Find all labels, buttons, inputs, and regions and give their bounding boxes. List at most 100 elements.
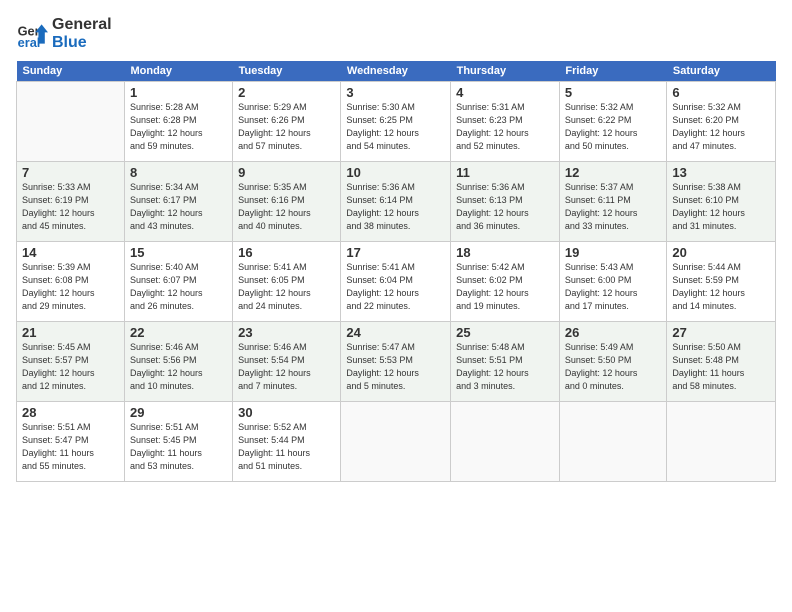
day-number: 1: [130, 85, 227, 100]
day-number: 27: [672, 325, 770, 340]
logo-text-line2: Blue: [52, 34, 112, 52]
day-number: 5: [565, 85, 662, 100]
day-info: Sunrise: 5:52 AM Sunset: 5:44 PM Dayligh…: [238, 421, 335, 473]
calendar-week-row: 28Sunrise: 5:51 AM Sunset: 5:47 PM Dayli…: [17, 402, 776, 482]
weekday-header-monday: Monday: [124, 61, 232, 82]
day-info: Sunrise: 5:51 AM Sunset: 5:45 PM Dayligh…: [130, 421, 227, 473]
day-info: Sunrise: 5:31 AM Sunset: 6:23 PM Dayligh…: [456, 101, 554, 153]
calendar-cell: 23Sunrise: 5:46 AM Sunset: 5:54 PM Dayli…: [233, 322, 341, 402]
day-info: Sunrise: 5:50 AM Sunset: 5:48 PM Dayligh…: [672, 341, 770, 393]
calendar-cell: 16Sunrise: 5:41 AM Sunset: 6:05 PM Dayli…: [233, 242, 341, 322]
calendar-cell: 3Sunrise: 5:30 AM Sunset: 6:25 PM Daylig…: [341, 82, 451, 162]
calendar-cell: [341, 402, 451, 482]
day-info: Sunrise: 5:46 AM Sunset: 5:56 PM Dayligh…: [130, 341, 227, 393]
day-info: Sunrise: 5:36 AM Sunset: 6:14 PM Dayligh…: [346, 181, 445, 233]
day-number: 18: [456, 245, 554, 260]
day-number: 6: [672, 85, 770, 100]
day-number: 14: [22, 245, 119, 260]
day-info: Sunrise: 5:37 AM Sunset: 6:11 PM Dayligh…: [565, 181, 662, 233]
day-info: Sunrise: 5:44 AM Sunset: 5:59 PM Dayligh…: [672, 261, 770, 313]
day-info: Sunrise: 5:29 AM Sunset: 6:26 PM Dayligh…: [238, 101, 335, 153]
day-info: Sunrise: 5:41 AM Sunset: 6:04 PM Dayligh…: [346, 261, 445, 313]
calendar-cell: 12Sunrise: 5:37 AM Sunset: 6:11 PM Dayli…: [559, 162, 667, 242]
day-number: 22: [130, 325, 227, 340]
day-info: Sunrise: 5:43 AM Sunset: 6:00 PM Dayligh…: [565, 261, 662, 313]
calendar-cell: 22Sunrise: 5:46 AM Sunset: 5:56 PM Dayli…: [124, 322, 232, 402]
logo-text-line1: General: [52, 16, 112, 34]
calendar-cell: 10Sunrise: 5:36 AM Sunset: 6:14 PM Dayli…: [341, 162, 451, 242]
day-number: 8: [130, 165, 227, 180]
day-info: Sunrise: 5:45 AM Sunset: 5:57 PM Dayligh…: [22, 341, 119, 393]
day-info: Sunrise: 5:38 AM Sunset: 6:10 PM Dayligh…: [672, 181, 770, 233]
calendar-cell: 8Sunrise: 5:34 AM Sunset: 6:17 PM Daylig…: [124, 162, 232, 242]
calendar-cell: 1Sunrise: 5:28 AM Sunset: 6:28 PM Daylig…: [124, 82, 232, 162]
day-info: Sunrise: 5:36 AM Sunset: 6:13 PM Dayligh…: [456, 181, 554, 233]
weekday-header-sunday: Sunday: [17, 61, 125, 82]
calendar-header-row: SundayMondayTuesdayWednesdayThursdayFrid…: [17, 61, 776, 82]
day-number: 3: [346, 85, 445, 100]
logo-icon: Gen eral: [16, 18, 48, 50]
svg-text:eral: eral: [18, 34, 41, 49]
day-number: 19: [565, 245, 662, 260]
day-number: 30: [238, 405, 335, 420]
weekday-header-tuesday: Tuesday: [233, 61, 341, 82]
day-number: 16: [238, 245, 335, 260]
day-info: Sunrise: 5:30 AM Sunset: 6:25 PM Dayligh…: [346, 101, 445, 153]
day-info: Sunrise: 5:32 AM Sunset: 6:20 PM Dayligh…: [672, 101, 770, 153]
day-number: 26: [565, 325, 662, 340]
calendar-table: SundayMondayTuesdayWednesdayThursdayFrid…: [16, 61, 776, 482]
weekday-header-friday: Friday: [559, 61, 667, 82]
day-number: 28: [22, 405, 119, 420]
calendar-cell: 26Sunrise: 5:49 AM Sunset: 5:50 PM Dayli…: [559, 322, 667, 402]
weekday-header-thursday: Thursday: [451, 61, 560, 82]
day-number: 29: [130, 405, 227, 420]
day-info: Sunrise: 5:49 AM Sunset: 5:50 PM Dayligh…: [565, 341, 662, 393]
calendar-cell: 15Sunrise: 5:40 AM Sunset: 6:07 PM Dayli…: [124, 242, 232, 322]
day-info: Sunrise: 5:28 AM Sunset: 6:28 PM Dayligh…: [130, 101, 227, 153]
calendar-cell: 30Sunrise: 5:52 AM Sunset: 5:44 PM Dayli…: [233, 402, 341, 482]
day-number: 24: [346, 325, 445, 340]
day-info: Sunrise: 5:35 AM Sunset: 6:16 PM Dayligh…: [238, 181, 335, 233]
calendar-cell: 6Sunrise: 5:32 AM Sunset: 6:20 PM Daylig…: [667, 82, 776, 162]
day-info: Sunrise: 5:39 AM Sunset: 6:08 PM Dayligh…: [22, 261, 119, 313]
day-number: 25: [456, 325, 554, 340]
logo: Gen eral General Blue: [16, 16, 112, 51]
page-header: Gen eral General Blue: [16, 16, 776, 51]
day-number: 20: [672, 245, 770, 260]
calendar-cell: 11Sunrise: 5:36 AM Sunset: 6:13 PM Dayli…: [451, 162, 560, 242]
calendar-cell: [667, 402, 776, 482]
day-number: 12: [565, 165, 662, 180]
calendar-week-row: 14Sunrise: 5:39 AM Sunset: 6:08 PM Dayli…: [17, 242, 776, 322]
calendar-cell: 27Sunrise: 5:50 AM Sunset: 5:48 PM Dayli…: [667, 322, 776, 402]
calendar-cell: 25Sunrise: 5:48 AM Sunset: 5:51 PM Dayli…: [451, 322, 560, 402]
day-info: Sunrise: 5:40 AM Sunset: 6:07 PM Dayligh…: [130, 261, 227, 313]
day-info: Sunrise: 5:51 AM Sunset: 5:47 PM Dayligh…: [22, 421, 119, 473]
calendar-week-row: 21Sunrise: 5:45 AM Sunset: 5:57 PM Dayli…: [17, 322, 776, 402]
calendar-cell: 21Sunrise: 5:45 AM Sunset: 5:57 PM Dayli…: [17, 322, 125, 402]
calendar-cell: 20Sunrise: 5:44 AM Sunset: 5:59 PM Dayli…: [667, 242, 776, 322]
calendar-cell: 28Sunrise: 5:51 AM Sunset: 5:47 PM Dayli…: [17, 402, 125, 482]
calendar-cell: 17Sunrise: 5:41 AM Sunset: 6:04 PM Dayli…: [341, 242, 451, 322]
day-info: Sunrise: 5:42 AM Sunset: 6:02 PM Dayligh…: [456, 261, 554, 313]
calendar-cell: 9Sunrise: 5:35 AM Sunset: 6:16 PM Daylig…: [233, 162, 341, 242]
day-number: 23: [238, 325, 335, 340]
calendar-cell: 19Sunrise: 5:43 AM Sunset: 6:00 PM Dayli…: [559, 242, 667, 322]
calendar-cell: 4Sunrise: 5:31 AM Sunset: 6:23 PM Daylig…: [451, 82, 560, 162]
day-number: 2: [238, 85, 335, 100]
calendar-cell: 7Sunrise: 5:33 AM Sunset: 6:19 PM Daylig…: [17, 162, 125, 242]
day-info: Sunrise: 5:32 AM Sunset: 6:22 PM Dayligh…: [565, 101, 662, 153]
calendar-week-row: 1Sunrise: 5:28 AM Sunset: 6:28 PM Daylig…: [17, 82, 776, 162]
day-info: Sunrise: 5:48 AM Sunset: 5:51 PM Dayligh…: [456, 341, 554, 393]
calendar-cell: 14Sunrise: 5:39 AM Sunset: 6:08 PM Dayli…: [17, 242, 125, 322]
day-info: Sunrise: 5:47 AM Sunset: 5:53 PM Dayligh…: [346, 341, 445, 393]
calendar-cell: [451, 402, 560, 482]
calendar-cell: 24Sunrise: 5:47 AM Sunset: 5:53 PM Dayli…: [341, 322, 451, 402]
day-number: 4: [456, 85, 554, 100]
calendar-cell: 5Sunrise: 5:32 AM Sunset: 6:22 PM Daylig…: [559, 82, 667, 162]
day-number: 11: [456, 165, 554, 180]
day-number: 10: [346, 165, 445, 180]
day-info: Sunrise: 5:33 AM Sunset: 6:19 PM Dayligh…: [22, 181, 119, 233]
day-number: 17: [346, 245, 445, 260]
weekday-header-wednesday: Wednesday: [341, 61, 451, 82]
weekday-header-saturday: Saturday: [667, 61, 776, 82]
